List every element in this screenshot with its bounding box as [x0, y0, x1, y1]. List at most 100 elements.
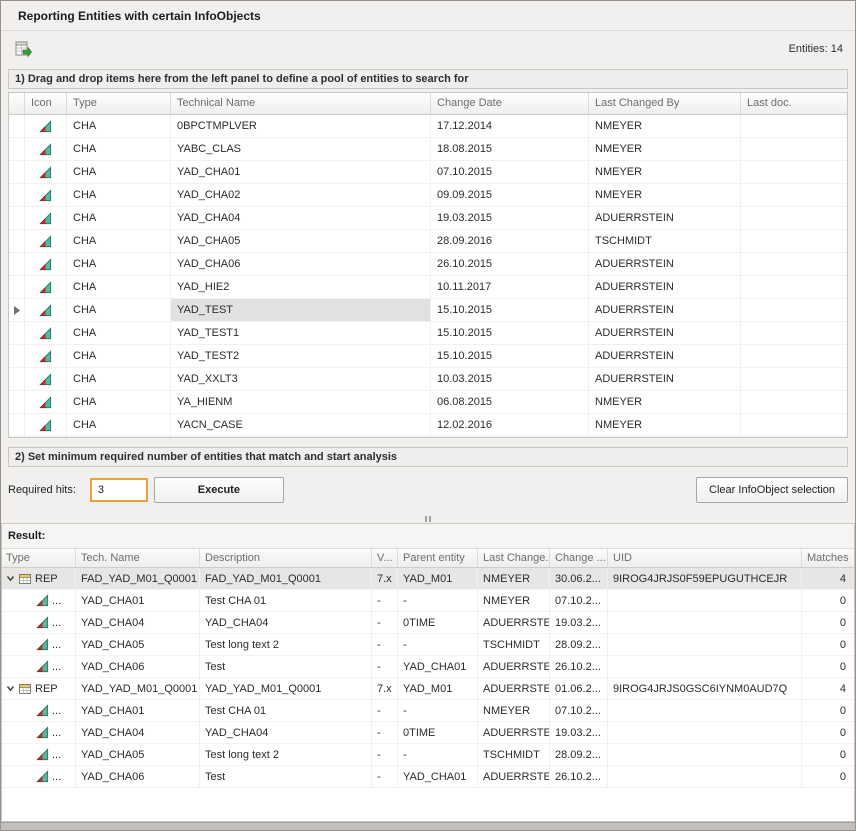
row-selector — [9, 115, 25, 137]
pool-row[interactable]: CHAYAD_CHA0107.10.2015NMEYER — [9, 161, 847, 184]
version-cell: 7.x — [372, 678, 398, 699]
type-cell: CHA — [67, 230, 171, 252]
matches-cell: 0 — [802, 744, 854, 765]
result-empty-area — [2, 788, 854, 821]
type-cell: ... — [2, 590, 76, 611]
pool-row[interactable]: CHAYAD_TEST15.10.2015ADUERRSTEIN — [9, 299, 847, 322]
result-row[interactable]: ...YAD_CHA05Test long text 2--TSCHMIDT28… — [2, 634, 854, 656]
infoobject-icon-cell — [25, 253, 67, 275]
result-row[interactable]: ...YAD_CHA06Test-YAD_CHA01ADUERRSTE...26… — [2, 766, 854, 788]
pool-row[interactable]: CHAYA_HIENM06.08.2015NMEYER — [9, 391, 847, 414]
tech-name-cell: YAD_CHA04 — [76, 722, 200, 743]
version-cell: - — [372, 700, 398, 721]
result-column-header-type[interactable]: Type — [2, 549, 76, 567]
change-date-cell: 19.03.2... — [550, 612, 608, 633]
pool-row[interactable]: CHAYACN_CASE12.02.2016NMEYER — [9, 414, 847, 437]
pool-row[interactable]: CHAYAD_XXLT310.03.2015ADUERRSTEIN — [9, 368, 847, 391]
pool-row[interactable]: CHA0BPCTMPLVER17.12.2014NMEYER — [9, 115, 847, 138]
pool-row[interactable]: CHAYAD_HIE210.11.2017ADUERRSTEIN — [9, 276, 847, 299]
description-cell: YAD_CHA04 — [200, 612, 372, 633]
export-button[interactable] — [11, 37, 35, 61]
column-header-type[interactable]: Type — [67, 93, 171, 114]
column-header-icon[interactable]: Icon — [25, 93, 67, 114]
pool-row[interactable]: CHAYABC_CLAS18.08.2015NMEYER — [9, 138, 847, 161]
uid-cell — [608, 656, 802, 677]
result-row[interactable]: ...YAD_CHA06Test-YAD_CHA01ADUERRSTE...26… — [2, 656, 854, 678]
pool-row[interactable]: CHAYAD_CHA0528.09.2016TSCHMIDT — [9, 230, 847, 253]
result-row[interactable]: ...YAD_CHA01Test CHA 01--NMEYER07.10.2..… — [2, 590, 854, 612]
cha-icon — [39, 281, 52, 294]
matches-cell: 0 — [802, 634, 854, 655]
type-cell: CHA — [67, 138, 171, 160]
cha-icon — [39, 189, 52, 202]
row-selector — [9, 138, 25, 160]
column-header-technical-name[interactable]: Technical Name — [171, 93, 431, 114]
result-column-header-uid[interactable]: UID — [608, 549, 802, 567]
chevron-down-icon[interactable] — [6, 574, 15, 583]
type-label: ... — [52, 595, 61, 607]
result-column-header-matches[interactable]: Matches — [802, 549, 854, 567]
technical-name-cell: YAD_CHA04 — [171, 207, 431, 229]
infoobject-icon-cell — [25, 184, 67, 206]
pool-row[interactable]: CHAYAD_TEST115.10.2015ADUERRSTEIN — [9, 322, 847, 345]
result-row[interactable]: REPYAD_YAD_M01_Q0001YAD_YAD_M01_Q00017.x… — [2, 678, 854, 700]
execute-button[interactable]: Execute — [154, 477, 284, 503]
pool-row[interactable]: CHAYAD_CHA0626.10.2015ADUERRSTEIN — [9, 253, 847, 276]
cha-icon — [39, 327, 52, 340]
result-column-header-parent-entity[interactable]: Parent entity — [398, 549, 478, 567]
last-changed-by-cell: ADUERRSTE... — [478, 766, 550, 787]
chevron-down-icon[interactable] — [6, 684, 15, 693]
row-selector — [9, 161, 25, 183]
pool-row[interactable]: CHAYAD_CHA0209.09.2015NMEYER — [9, 184, 847, 207]
uid-cell — [608, 590, 802, 611]
clear-infoobject-selection-button[interactable]: Clear InfoObject selection — [696, 477, 848, 503]
cha-icon — [39, 143, 52, 156]
export-table-icon — [15, 41, 32, 57]
description-cell: Test — [200, 766, 372, 787]
last-doc-cell — [741, 230, 847, 252]
result-row[interactable]: ...YAD_CHA04YAD_CHA04-0TIMEADUERRSTE...1… — [2, 722, 854, 744]
column-header-last-changed-by[interactable]: Last Changed By — [589, 93, 741, 114]
matches-cell: 0 — [802, 722, 854, 743]
pool-row[interactable]: CHAYAD_CHA0419.03.2015ADUERRSTEIN — [9, 207, 847, 230]
change-date-cell: 06.08.2015 — [431, 391, 589, 413]
horizontal-scrollbar[interactable] — [1, 822, 855, 830]
cha-icon — [36, 704, 49, 717]
last-changed-by-cell: ADUERRSTEIN — [589, 322, 741, 344]
result-column-header-tech-name[interactable]: Tech. Name — [76, 549, 200, 567]
last-doc-cell — [741, 368, 847, 390]
result-row[interactable]: REPFAD_YAD_M01_Q0001FAD_YAD_M01_Q00017.x… — [2, 568, 854, 590]
result-row[interactable]: ...YAD_CHA05Test long text 2--TSCHMIDT28… — [2, 744, 854, 766]
column-header-change-date[interactable]: Change Date — [431, 93, 589, 114]
result-column-header-v-[interactable]: V... — [372, 549, 398, 567]
parent-entity-cell: 0TIME — [398, 612, 478, 633]
result-title: Result: — [2, 524, 854, 548]
version-cell: - — [372, 744, 398, 765]
change-date-cell: 26.10.2... — [550, 656, 608, 677]
result-row[interactable]: ...YAD_CHA04YAD_CHA04-0TIMEADUERRSTE...1… — [2, 612, 854, 634]
result-row[interactable]: ...YAD_CHA01Test CHA 01--NMEYER07.10.2..… — [2, 700, 854, 722]
matches-cell: 4 — [802, 568, 854, 589]
tech-name-cell: YAD_CHA01 — [76, 590, 200, 611]
change-date-cell: 17.12.2014 — [431, 115, 589, 137]
result-column-header-description[interactable]: Description — [200, 549, 372, 567]
technical-name-cell: YAD_TEST — [171, 299, 431, 321]
pool-table: IconTypeTechnical NameChange DateLast Ch… — [8, 92, 848, 438]
result-panel: Result: TypeTech. NameDescriptionV...Par… — [1, 523, 855, 822]
result-column-header-last-change-[interactable]: Last Change... — [478, 549, 550, 567]
cha-icon — [39, 373, 52, 386]
required-hits-input[interactable] — [90, 478, 148, 502]
parent-entity-cell: - — [398, 634, 478, 655]
change-date-cell: 01.06.2... — [550, 678, 608, 699]
description-cell: Test CHA 01 — [200, 590, 372, 611]
pool-row[interactable]: CHAYAD_TEST215.10.2015ADUERRSTEIN — [9, 345, 847, 368]
result-column-header-change-[interactable]: Change ... — [550, 549, 608, 567]
change-date-cell: 12.02.2016 — [431, 414, 589, 436]
tech-name-cell: YAD_CHA01 — [76, 700, 200, 721]
column-header-last-doc-[interactable]: Last doc. — [741, 93, 847, 114]
version-cell: - — [372, 766, 398, 787]
matches-cell: 0 — [802, 766, 854, 787]
splitter-handle[interactable] — [1, 515, 855, 523]
splitter-grip-icon — [429, 516, 431, 522]
last-doc-cell — [741, 253, 847, 275]
